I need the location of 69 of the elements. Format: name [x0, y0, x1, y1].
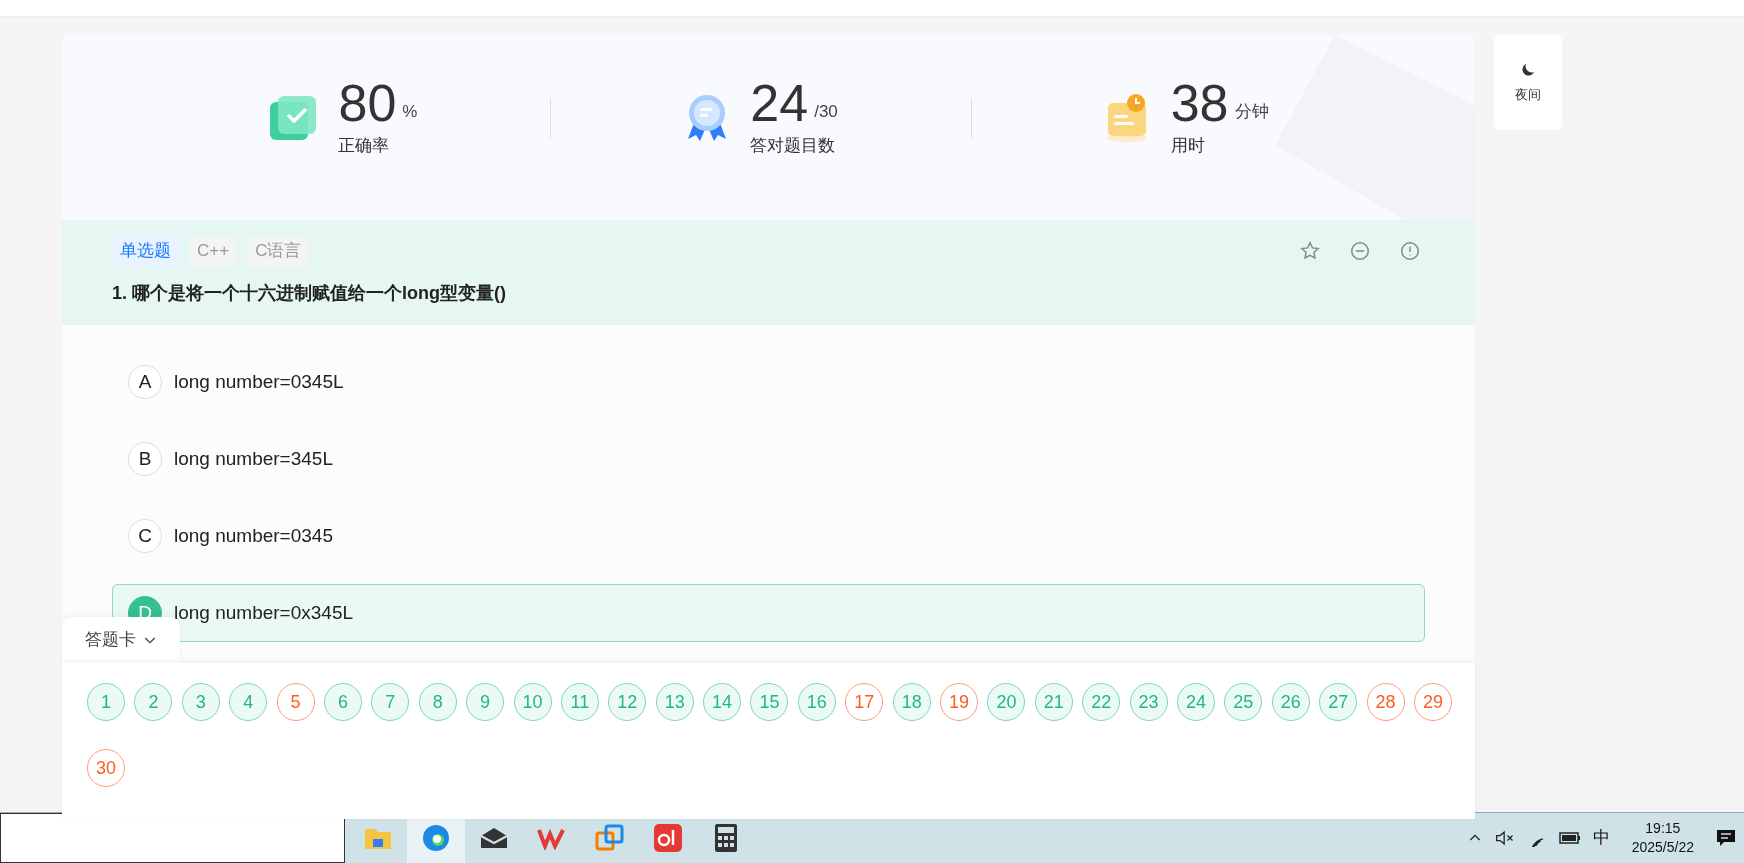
question-number[interactable]: 27 — [1319, 683, 1358, 721]
question-number[interactable]: 23 — [1129, 683, 1168, 721]
question-number[interactable]: 29 — [1413, 683, 1452, 721]
speaker-muted-icon[interactable] — [1494, 829, 1515, 847]
question-number[interactable]: 6 — [323, 683, 362, 721]
alert-circle-icon[interactable] — [1399, 239, 1421, 262]
question-number[interactable]: 16 — [797, 683, 836, 721]
question-tag: 单选题 — [112, 236, 179, 266]
mail-icon[interactable] — [479, 826, 509, 850]
question-number[interactable]: 17 — [845, 683, 884, 721]
document-app-icon[interactable] — [537, 826, 567, 850]
question-number[interactable]: 2 — [134, 683, 173, 721]
question-number[interactable]: 5 — [276, 683, 315, 721]
minus-circle-icon[interactable] — [1349, 239, 1371, 262]
calculator-icon[interactable] — [714, 823, 738, 853]
question-number[interactable]: 3 — [181, 683, 220, 721]
option-letter: C — [128, 519, 162, 553]
option-text: long number=0345 — [174, 523, 333, 548]
option-text: long number=0345L — [174, 369, 344, 394]
question-number[interactable]: 18 — [892, 683, 931, 721]
stat-value: 80 — [338, 76, 397, 129]
question-number[interactable]: 12 — [608, 683, 647, 721]
stat-label: 用时 — [1170, 134, 1206, 157]
question-number[interactable]: 25 — [1224, 683, 1263, 721]
stat-unit: /30 — [814, 101, 838, 124]
question-number[interactable]: 24 — [1177, 683, 1215, 721]
question-number[interactable]: 15 — [750, 683, 789, 721]
question-number[interactable]: 14 — [703, 683, 742, 721]
question-number[interactable]: 1 — [87, 683, 125, 721]
stat-unit: 分钟 — [1234, 101, 1269, 124]
question-number[interactable]: 26 — [1271, 683, 1310, 721]
dictionary-app-icon[interactable] — [653, 823, 683, 853]
notification-icon[interactable] — [1716, 828, 1736, 848]
search-field[interactable] — [0, 813, 345, 863]
question-number[interactable]: 20 — [987, 683, 1026, 721]
question-number[interactable]: 13 — [655, 683, 694, 721]
question-number[interactable]: 4 — [229, 683, 268, 721]
option-text: long number=345L — [174, 446, 333, 471]
answer-option[interactable]: A long number=0345L — [112, 353, 1425, 411]
input-method[interactable]: 中 — [1592, 825, 1610, 851]
question-title: 1. 哪个是将一个十六进制赋值给一个long型变量() — [112, 281, 507, 305]
stat-unit: % — [402, 101, 418, 124]
question-number[interactable]: 7 — [371, 683, 410, 721]
stat-value: 38 — [1170, 76, 1229, 129]
stat-label: 答对题目数 — [750, 134, 837, 157]
check-card-icon — [268, 93, 319, 142]
answer-option[interactable]: B long number=345L — [112, 430, 1425, 488]
question-tag: C语言 — [247, 236, 310, 266]
question-tag: C++ — [189, 236, 238, 266]
question-number[interactable]: 8 — [418, 683, 457, 721]
question-number[interactable]: 30 — [87, 749, 125, 787]
stat-value: 24 — [750, 76, 809, 129]
question-number[interactable]: 21 — [1034, 683, 1073, 721]
squares-app-icon[interactable] — [595, 823, 625, 853]
clock[interactable]: 19:15 2025/5/22 — [1621, 819, 1704, 857]
question-number[interactable]: 9 — [466, 683, 505, 721]
star-icon[interactable] — [1299, 239, 1321, 262]
browser-icon[interactable] — [422, 824, 450, 852]
question-number[interactable]: 11 — [560, 683, 599, 721]
night-mode-button[interactable]: 夜间 — [1494, 35, 1562, 130]
question-number[interactable]: 28 — [1366, 683, 1405, 721]
question-number[interactable]: 10 — [513, 683, 552, 721]
question-number[interactable]: 19 — [940, 683, 979, 721]
battery-icon[interactable] — [1558, 831, 1581, 845]
answer-option[interactable]: C long number=0345 — [112, 507, 1425, 565]
stat-label: 正确率 — [338, 134, 391, 157]
option-letter: B — [128, 442, 162, 476]
option-letter: A — [128, 365, 162, 399]
question-number[interactable]: 22 — [1082, 683, 1121, 721]
